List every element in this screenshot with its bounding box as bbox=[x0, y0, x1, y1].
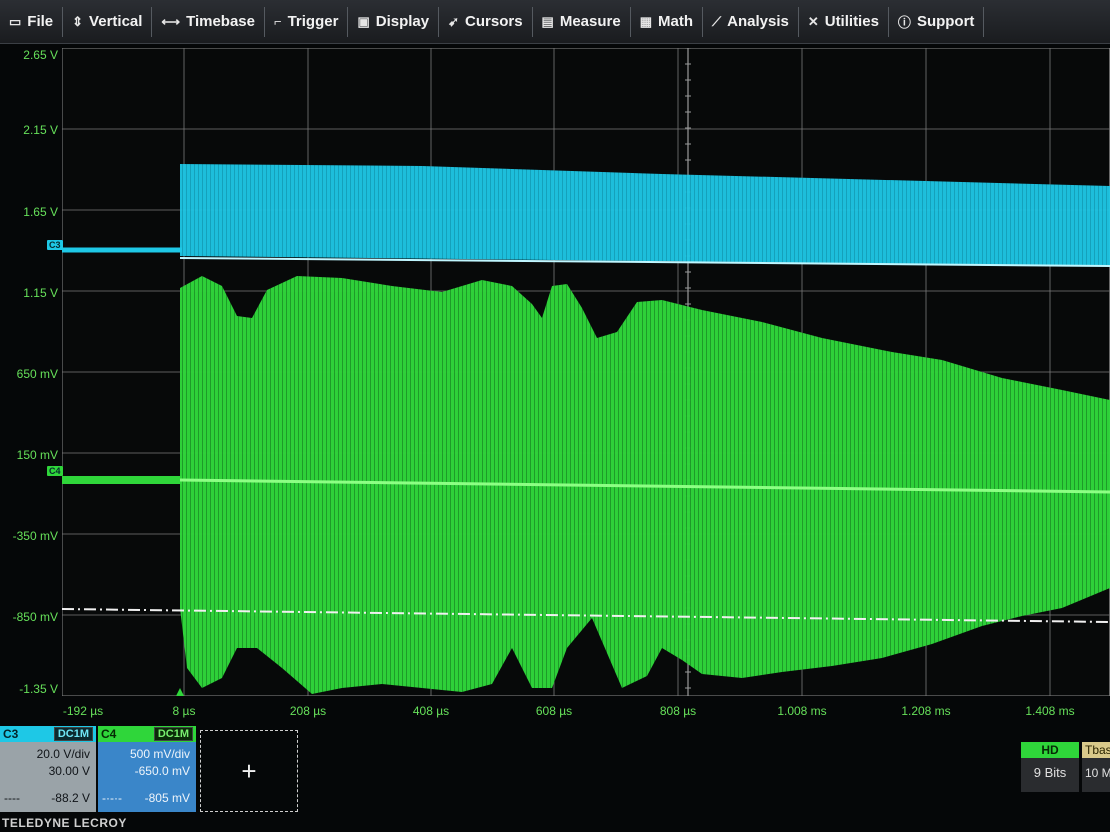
timebase-value: 10 M bbox=[1085, 766, 1110, 780]
trigger-icon: ⌐ bbox=[274, 14, 282, 29]
menu-bar: ▭ File ⇕ Vertical ⟷ Timebase ⌐ Trigger ▣ Disp… bbox=[0, 0, 1110, 44]
math-icon: ▦ bbox=[639, 13, 653, 29]
brand-logo: TELEDYNE LECROY bbox=[2, 816, 127, 830]
hd-label: HD bbox=[1021, 742, 1079, 758]
timebase-label: Tbase bbox=[1082, 742, 1110, 758]
c4-offset-marker[interactable]: C4 bbox=[47, 466, 63, 476]
c3-volts-per-div: 20.0 V/div bbox=[36, 747, 90, 761]
y-axis-label: -1.35 V bbox=[19, 682, 58, 696]
y-axis-label: 650 mV bbox=[16, 367, 58, 381]
x-axis-label: -192 µs bbox=[62, 704, 104, 718]
y-axis-label: 1.15 V bbox=[23, 286, 58, 300]
c4-coupling: DC1M bbox=[153, 727, 193, 741]
waveform-grid[interactable] bbox=[62, 48, 1110, 696]
menu-analysis[interactable]: ⟋ Analysis bbox=[703, 6, 799, 37]
c3-channel-name: C3 bbox=[3, 727, 19, 741]
bit-depth: 9 Bits bbox=[1033, 765, 1067, 780]
c3-offset-marker[interactable]: C3 bbox=[47, 240, 63, 250]
y-axis-label: -850 mV bbox=[12, 610, 58, 624]
add-channel-button[interactable]: + bbox=[200, 730, 298, 812]
analysis-icon: ⟋ bbox=[712, 13, 722, 29]
y-axis-label: 2.65 V bbox=[23, 48, 58, 62]
c4-reading: -805 mV bbox=[144, 791, 190, 805]
vertical-icon: ⇕ bbox=[72, 13, 84, 29]
x-axis-label: 608 µs bbox=[535, 704, 573, 718]
c3-reading-line-icon: ---- bbox=[4, 791, 20, 805]
menu-cursors[interactable]: ➹ Cursors bbox=[439, 6, 533, 37]
support-icon: ⓘ bbox=[897, 15, 911, 30]
y-axis-label: 1.65 V bbox=[23, 205, 58, 219]
c4-volts-per-div: 500 mV/div bbox=[129, 747, 190, 761]
y-axis-label: 2.15 V bbox=[23, 123, 58, 137]
file-icon: ▭ bbox=[9, 13, 22, 29]
c3-offset: 30.00 V bbox=[48, 764, 90, 778]
menu-trigger[interactable]: ⌐ Trigger bbox=[265, 6, 349, 37]
menu-utilities[interactable]: ✕ Utilities bbox=[799, 6, 889, 37]
x-axis-label: 208 µs bbox=[289, 704, 327, 718]
menu-math[interactable]: ▦ Math bbox=[631, 6, 704, 37]
menu-support[interactable]: ⓘ Support bbox=[889, 6, 985, 37]
menu-file[interactable]: ▭ File bbox=[0, 6, 64, 37]
menu-display[interactable]: ▣ Display bbox=[348, 6, 440, 37]
menu-measure[interactable]: ▤ Measure bbox=[533, 6, 631, 37]
y-axis-label: -350 mV bbox=[12, 529, 58, 543]
c3-coupling: DC1M bbox=[53, 727, 93, 741]
c4-descriptor-box[interactable]: C4 DC1M 500 mV/div -650.0 mV -·-·- -805 … bbox=[98, 726, 196, 812]
timebase-box[interactable]: Tbase 10 M bbox=[1082, 742, 1110, 792]
timebase-icon: ⟷ bbox=[161, 13, 181, 29]
c4-channel-name: C4 bbox=[101, 727, 117, 741]
c4-offset: -650.0 mV bbox=[134, 764, 190, 778]
x-axis-label: 1.408 ms bbox=[1025, 704, 1075, 718]
c4-reading-line-icon: -·-·- bbox=[102, 791, 122, 805]
menu-timebase[interactable]: ⟷ Timebase bbox=[152, 6, 265, 37]
cursors-icon: ➹ bbox=[448, 13, 460, 29]
c3-reading: -88.2 V bbox=[51, 791, 90, 805]
x-axis-label: 1.008 ms bbox=[777, 704, 827, 718]
x-axis-label: 808 µs bbox=[659, 704, 697, 718]
x-axis-label: 8 µs bbox=[172, 704, 196, 718]
x-axis-label: 1.208 ms bbox=[901, 704, 951, 718]
c3-descriptor-box[interactable]: C3 DC1M 20.0 V/div 30.00 V ---- -88.2 V bbox=[0, 726, 96, 812]
acquisition-mode-box[interactable]: HD 9 Bits bbox=[1021, 742, 1079, 792]
measure-icon: ▤ bbox=[541, 13, 554, 29]
y-axis-label: 150 mV bbox=[16, 448, 58, 462]
display-icon: ▣ bbox=[357, 13, 370, 29]
x-axis-label: 408 µs bbox=[412, 704, 450, 718]
menu-vertical[interactable]: ⇕ Vertical bbox=[63, 6, 153, 37]
utilities-icon: ✕ bbox=[807, 13, 819, 29]
